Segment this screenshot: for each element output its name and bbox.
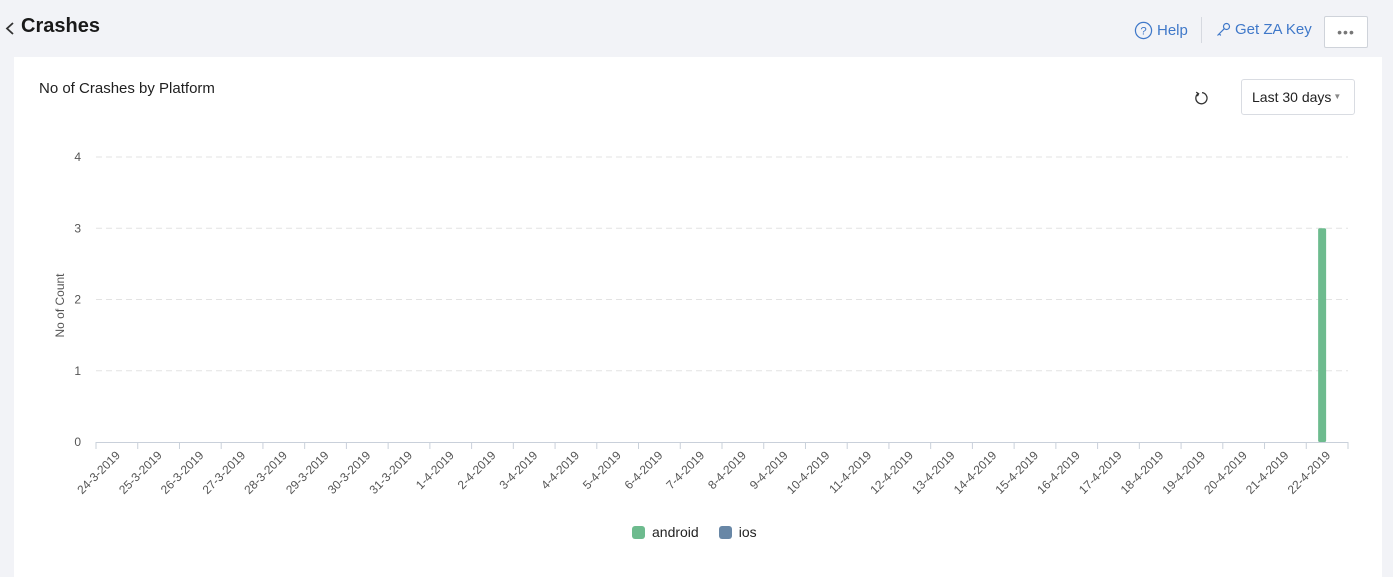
legend-item-android[interactable]: android	[632, 524, 699, 540]
x-tick-label: 6-4-2019	[622, 448, 666, 492]
x-tick-label: 13-4-2019	[909, 448, 958, 497]
x-tick-label: 14-4-2019	[951, 448, 1000, 497]
legend-swatch	[632, 525, 645, 539]
x-tick-label: 22-4-2019	[1285, 448, 1334, 497]
x-tick-label: 21-4-2019	[1243, 448, 1292, 497]
x-tick-label: 5-4-2019	[580, 448, 624, 492]
y-axis-label: No of Count	[53, 273, 67, 338]
y-tick-label: 3	[74, 221, 81, 235]
x-tick-label: 17-4-2019	[1076, 448, 1125, 497]
legend-label: ios	[738, 524, 757, 540]
x-tick-label: 12-4-2019	[867, 448, 916, 497]
x-tick-label: 3-4-2019	[496, 448, 540, 492]
x-tick-label: 7-4-2019	[663, 448, 707, 492]
y-tick-label: 4	[74, 150, 81, 164]
x-tick-label: 10-4-2019	[784, 448, 833, 497]
y-tick-label: 2	[74, 293, 81, 307]
x-tick-label: 8-4-2019	[705, 448, 749, 492]
legend-item-ios[interactable]: ios	[718, 524, 757, 540]
x-tick-label: 24-3-2019	[74, 448, 123, 497]
x-tick-label: 11-4-2019	[826, 448, 874, 496]
x-tick-label: 27-3-2019	[200, 448, 249, 497]
x-tick-label: 18-4-2019	[1118, 448, 1167, 497]
x-tick-label: 2-4-2019	[455, 448, 499, 492]
x-tick-label: 16-4-2019	[1034, 448, 1083, 497]
bar-android	[1318, 228, 1327, 442]
chart-legend: android ios	[632, 524, 777, 540]
x-tick-label: 26-3-2019	[158, 448, 207, 497]
x-tick-label: 28-3-2019	[241, 448, 290, 497]
x-tick-label: 19-4-2019	[1159, 448, 1208, 497]
x-tick-label: 29-3-2019	[283, 448, 332, 497]
legend-swatch	[718, 525, 732, 539]
x-tick-label: 4-4-2019	[538, 448, 582, 492]
x-tick-label: 20-4-2019	[1201, 448, 1250, 497]
x-tick-label: 15-4-2019	[993, 448, 1042, 497]
x-tick-label: 30-3-2019	[325, 448, 374, 497]
y-tick-label: 0	[74, 435, 81, 449]
legend-label: android	[652, 524, 699, 540]
x-tick-label: 1-4-2019	[413, 448, 457, 492]
y-tick-label: 1	[74, 364, 81, 378]
x-tick-label: 25-3-2019	[116, 448, 165, 497]
crashes-bar-chart: 0 1 2 3 4 No of Count 24-3-201925-3-201926-3-2…	[53, 150, 1349, 497]
x-tick-label: 31-3-2019	[367, 448, 416, 497]
